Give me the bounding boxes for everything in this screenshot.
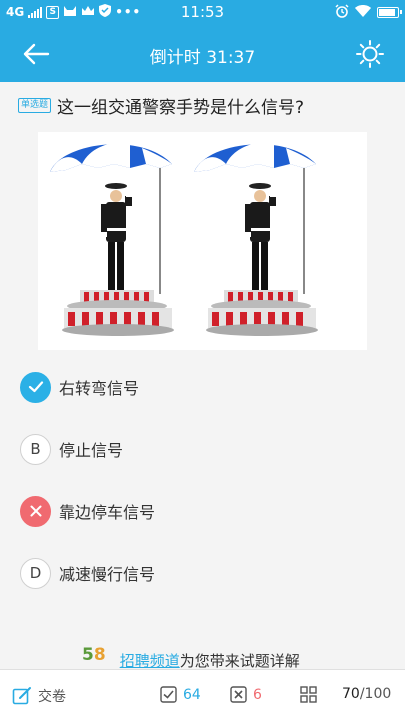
option-a[interactable]: 右转弯信号 bbox=[20, 370, 139, 404]
option-d-text: 减速慢行信号 bbox=[59, 565, 156, 584]
battery-icon bbox=[377, 7, 402, 18]
option-b[interactable]: B 停止信号 bbox=[20, 432, 123, 466]
cross-box-icon bbox=[230, 686, 247, 703]
status-bar: 4G S ••• 11:53 bbox=[0, 0, 405, 26]
submit-button[interactable]: 交卷 bbox=[12, 686, 66, 706]
brand-logo: 58 bbox=[82, 644, 106, 665]
promo-link[interactable]: 招聘频道 bbox=[120, 650, 180, 671]
correct-count[interactable]: 64 bbox=[160, 686, 201, 703]
correct-count-value: 64 bbox=[183, 686, 201, 703]
option-b-text: 停止信号 bbox=[59, 441, 124, 460]
option-d[interactable]: D 减速慢行信号 bbox=[20, 556, 155, 590]
option-b-badge: B bbox=[20, 433, 51, 465]
alarm-icon bbox=[335, 4, 349, 21]
officer-illustration-right bbox=[193, 141, 319, 337]
option-c[interactable]: 靠边停车信号 bbox=[20, 494, 155, 528]
officer-illustration-left bbox=[49, 141, 175, 337]
wifi-icon bbox=[355, 5, 371, 20]
grid-button[interactable] bbox=[300, 686, 317, 703]
wrong-count[interactable]: 6 bbox=[230, 686, 262, 703]
countdown-title: 倒计时 31:37 bbox=[149, 48, 256, 68]
status-right bbox=[335, 4, 402, 21]
option-c-text: 靠边停车信号 bbox=[59, 503, 156, 522]
cross-icon bbox=[20, 495, 51, 527]
check-icon bbox=[20, 371, 51, 403]
question-row: 单选题 这一组交通警察手势是什么信号? bbox=[18, 93, 395, 118]
option-a-text: 右转弯信号 bbox=[59, 379, 140, 398]
submit-label: 交卷 bbox=[38, 689, 66, 705]
app-header: 倒计时 31:37 bbox=[0, 26, 405, 82]
question-type-tag: 单选题 bbox=[18, 98, 52, 113]
check-box-icon bbox=[160, 686, 177, 703]
promo-banner: 58 招聘频道 为您带来试题详解 bbox=[82, 645, 300, 671]
progress-current: 70 bbox=[342, 686, 360, 702]
progress-indicator[interactable]: 70/100 bbox=[342, 686, 391, 702]
grid-icon bbox=[300, 686, 317, 703]
question-text: 这一组交通警察手势是什么信号? bbox=[57, 98, 305, 118]
bottom-bar: 交卷 64 6 70/100 bbox=[0, 669, 405, 720]
promo-suffix: 为您带来试题详解 bbox=[179, 652, 300, 670]
option-d-badge: D bbox=[20, 557, 51, 589]
question-image bbox=[38, 132, 367, 350]
edit-icon bbox=[12, 686, 32, 706]
wrong-count-value: 6 bbox=[253, 686, 262, 703]
progress-total: /100 bbox=[359, 686, 392, 702]
brightness-icon[interactable] bbox=[355, 39, 385, 69]
